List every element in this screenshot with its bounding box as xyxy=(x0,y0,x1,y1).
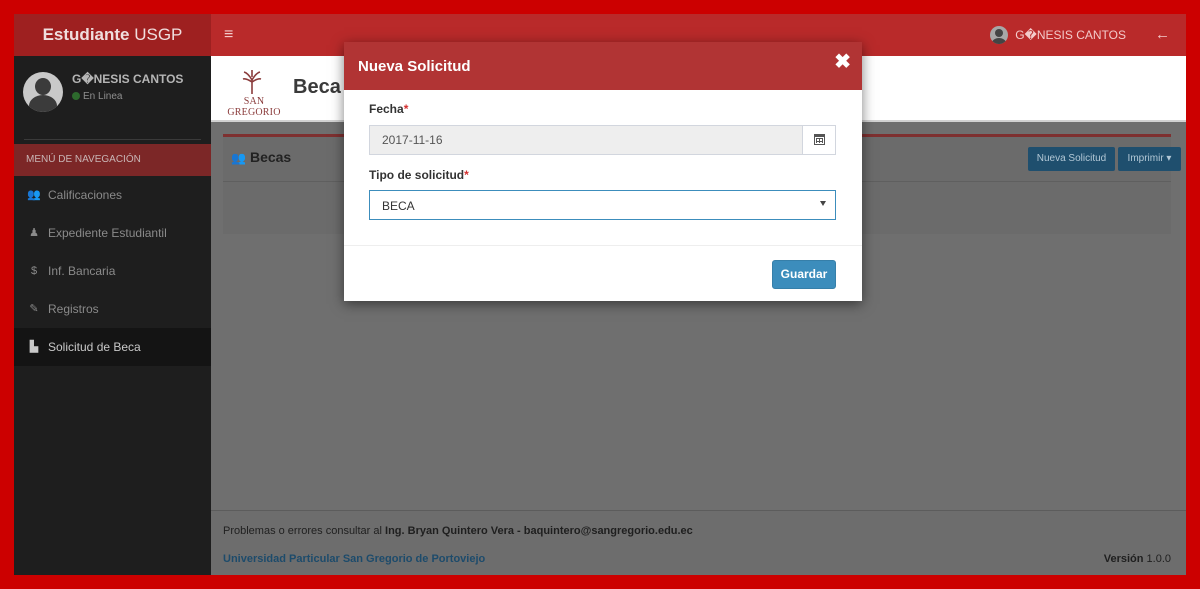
status-text: En Linea xyxy=(83,91,123,102)
fecha-label-text: Fecha xyxy=(369,102,404,116)
brand-rest: USGP xyxy=(129,25,183,44)
fecha-field[interactable] xyxy=(369,125,836,155)
nav-header: MENÚ DE NAVEGACIÓN xyxy=(14,144,211,176)
sidebar-item-label: Solicitud de Beca xyxy=(48,340,141,354)
footer-support-text: Problemas o errores consultar al Ing. Br… xyxy=(223,525,693,537)
sidebar-item-label: Registros xyxy=(48,302,99,316)
footer-problems: Problemas o errores consultar al xyxy=(223,525,386,537)
users-icon: 👥 xyxy=(27,189,41,201)
new-request-modal: Nueva Solicitud ✖ Fecha* Tipo de solicit… xyxy=(344,42,862,301)
fecha-input[interactable] xyxy=(370,126,803,154)
tree-logo-icon xyxy=(242,70,262,94)
footer-version: Versión 1.0.0 xyxy=(1104,553,1171,565)
sidebar-item-label: Inf. Bancaria xyxy=(48,264,116,278)
version-label: Versión xyxy=(1103,553,1144,565)
save-button[interactable]: Guardar xyxy=(772,260,836,289)
tipo-selected-value: BECA xyxy=(382,199,415,213)
user-avatar-icon xyxy=(990,26,1009,44)
sidebar-item-label: Expediente Estudiantil xyxy=(48,226,167,240)
university-logo-text: SAN GREGORIO xyxy=(227,96,281,118)
dollar-icon: $ xyxy=(30,265,38,277)
calendar-button[interactable] xyxy=(802,126,835,154)
user-menu-name: G�NESIS CANTOS xyxy=(1015,28,1126,42)
sidebar-item-calificaciones[interactable]: 👥 Calificaciones xyxy=(14,176,211,214)
box-title: 👥 Becas xyxy=(231,149,291,165)
user-menu[interactable]: G�NESIS CANTOS xyxy=(990,14,1126,56)
online-dot-icon xyxy=(72,92,80,100)
tipo-solicitud-select[interactable]: BECA xyxy=(369,190,836,220)
users-icon: 👥 xyxy=(231,151,246,165)
sidebar-user-name: G�NESIS CANTOS xyxy=(72,72,184,86)
user-panel: G�NESIS CANTOS En Linea xyxy=(14,56,211,131)
tipo-label-text: Tipo de solicitud xyxy=(369,168,465,182)
tipo-label: Tipo de solicitud* xyxy=(369,168,469,182)
fecha-label: Fecha* xyxy=(369,102,408,116)
back-arrow-icon[interactable]: ← xyxy=(1155,14,1170,56)
version-number: 1.0.0 xyxy=(1143,553,1171,565)
sidebar-user-status: En Linea xyxy=(72,91,122,102)
university-logo: SAN GREGORIO xyxy=(218,68,290,118)
required-mark: * xyxy=(464,168,469,182)
box-title-text: Becas xyxy=(249,149,292,165)
sidebar-nav: 👥 Calificaciones ♟ Expediente Estudianti… xyxy=(14,176,211,366)
print-dropdown-button[interactable]: Imprimir ▾ xyxy=(1118,147,1181,171)
new-request-button[interactable]: Nueva Solicitud xyxy=(1028,147,1115,171)
edit-icon: ✎ xyxy=(29,303,39,315)
footer-university-link[interactable]: Universidad Particular San Gregorio de P… xyxy=(223,553,485,565)
brand-logo[interactable]: Estudiante USGP xyxy=(14,14,211,56)
calendar-icon xyxy=(814,134,825,145)
sidebar-item-inf-bancaria[interactable]: $ Inf. Bancaria xyxy=(14,252,211,290)
page-title: Beca xyxy=(293,76,341,98)
modal-header: Nueva Solicitud ✖ xyxy=(344,42,862,90)
sidebar-avatar xyxy=(23,72,63,112)
sidebar-toggle-icon[interactable]: ≡ xyxy=(224,14,254,56)
modal-title: Nueva Solicitud xyxy=(358,58,471,75)
sidebar-item-expediente[interactable]: ♟ Expediente Estudiantil xyxy=(14,214,211,252)
modal-footer-divider xyxy=(344,245,862,246)
sidebar-item-solicitud-beca[interactable]: ▙ Solicitud de Beca xyxy=(14,328,211,366)
close-icon[interactable]: ✖ xyxy=(834,52,851,72)
footer-contact: Ing. Bryan Quintero Vera - baquintero@sa… xyxy=(385,525,693,537)
user-icon: ♟ xyxy=(29,227,39,239)
sidebar-item-registros[interactable]: ✎ Registros xyxy=(14,290,211,328)
footer: Problemas o errores consultar al Ing. Br… xyxy=(211,510,1186,575)
sidebar: G�NESIS CANTOS En Linea MENÚ DE NAVEGACI… xyxy=(14,56,211,575)
sidebar-divider xyxy=(24,139,201,140)
sidebar-item-label: Calificaciones xyxy=(48,188,123,202)
chevron-down-icon xyxy=(820,201,826,206)
brand-bold: Estudiante xyxy=(42,25,130,44)
required-mark: * xyxy=(403,102,409,116)
file-icon: ▙ xyxy=(29,341,39,353)
